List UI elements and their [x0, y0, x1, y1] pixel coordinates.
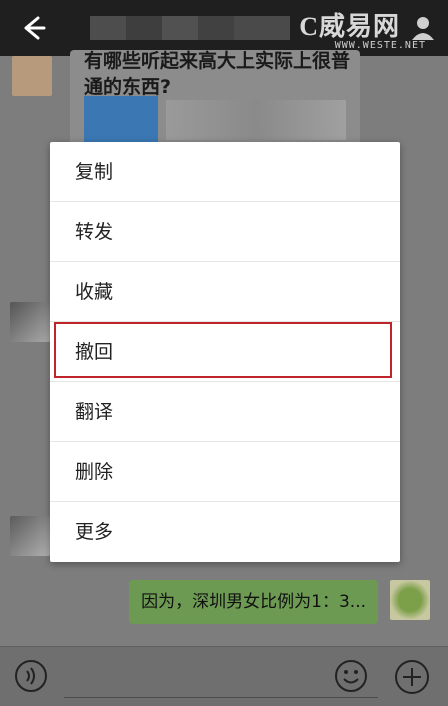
plus-icon[interactable] — [394, 659, 430, 695]
outgoing-bubble[interactable]: 因为，深圳男女比例为1：3... — [129, 580, 378, 624]
avatar[interactable] — [10, 516, 50, 556]
avatar[interactable] — [390, 580, 430, 620]
link-preview-pixelated — [166, 100, 346, 140]
message-context-menu: 复制 转发 收藏 撤回 翻译 删除 更多 — [50, 142, 400, 562]
incoming-message-text: 有哪些听起来高大上实际上很普通的东西? — [84, 50, 351, 98]
recall-highlight-box — [54, 322, 392, 378]
menu-item-translate[interactable]: 翻译 — [50, 382, 400, 442]
menu-item-more[interactable]: 更多 — [50, 502, 400, 562]
menu-item-favorite[interactable]: 收藏 — [50, 262, 400, 322]
input-bar — [0, 646, 448, 706]
watermark-logo: C威易网 — [299, 12, 400, 41]
message-input[interactable] — [64, 697, 378, 698]
emoji-icon[interactable] — [334, 659, 368, 693]
avatar[interactable] — [12, 56, 52, 96]
voice-icon[interactable] — [14, 659, 48, 693]
chat-title-pixelated — [90, 16, 290, 40]
menu-item-copy[interactable]: 复制 — [50, 142, 400, 202]
avatar[interactable] — [10, 302, 50, 342]
person-icon[interactable] — [410, 14, 436, 40]
back-arrow-icon[interactable] — [12, 8, 52, 48]
menu-item-delete[interactable]: 删除 — [50, 442, 400, 502]
menu-item-forward[interactable]: 转发 — [50, 202, 400, 262]
link-thumbnail — [84, 96, 158, 146]
